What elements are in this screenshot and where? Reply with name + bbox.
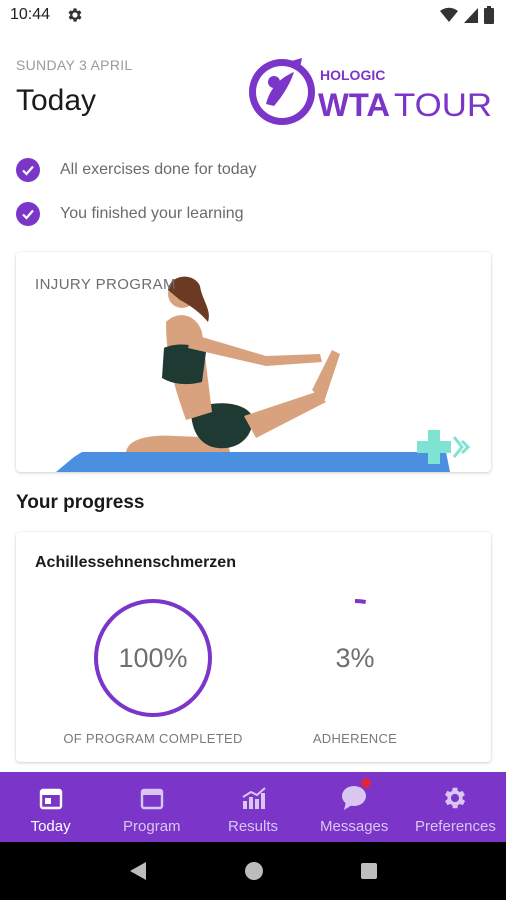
tab-label: Preferences: [414, 818, 496, 835]
tab-label: Today: [30, 818, 71, 835]
adherence-value: 3%: [335, 643, 375, 673]
recents-icon[interactable]: [360, 862, 378, 880]
home-icon[interactable]: [244, 861, 264, 881]
date-label: SUNDAY 3 APRIL: [16, 57, 133, 73]
battery-icon: [484, 6, 494, 24]
notification-badge: [360, 778, 371, 788]
check-icon: [16, 202, 40, 226]
gear-icon: [68, 8, 82, 22]
completion-value: 100%: [118, 643, 188, 673]
check-icon: [16, 158, 40, 182]
tab-label: Program: [123, 818, 181, 835]
adherence-caption: ADHERENCE: [312, 731, 398, 746]
status-bar: 10:44: [0, 0, 506, 32]
checklist-item-learning: You finished your learning: [16, 200, 244, 228]
tab-messages[interactable]: Messages: [304, 772, 405, 842]
chart-icon: [242, 787, 266, 809]
checklist-text: All exercises done for today: [60, 161, 257, 178]
tab-program[interactable]: Program: [101, 772, 202, 842]
calendar-icon: [140, 788, 163, 810]
checklist-text: You finished your learning: [60, 205, 244, 222]
gear-icon: [445, 787, 466, 809]
signal-icon: [464, 8, 478, 23]
section-title-progress: Your progress: [16, 492, 145, 513]
back-icon[interactable]: [128, 860, 148, 882]
tab-label: Messages: [320, 818, 389, 835]
wifi-icon: [440, 7, 458, 23]
injury-program-label: INJURY PROGRAM: [35, 276, 176, 293]
calendar-day-icon: [39, 788, 62, 810]
brand-hologic: HOLOGIC: [320, 67, 385, 83]
completion-metric: 100% OF PROGRAM COMPLETED: [63, 597, 243, 746]
injury-program-card[interactable]: INJURY PROGRAM: [16, 252, 491, 472]
chat-icon: [342, 786, 367, 810]
completion-caption: OF PROGRAM COMPLETED: [63, 731, 243, 746]
checklist-item-exercises: All exercises done for today: [16, 156, 257, 184]
page-title: Today: [16, 84, 97, 117]
status-time: 10:44: [10, 6, 51, 23]
tab-preferences[interactable]: Preferences: [405, 772, 506, 842]
brand-tour: TOUR: [394, 87, 492, 123]
tab-today[interactable]: Today: [0, 772, 101, 842]
progress-card[interactable]: Achillessehnenschmerzen 100% OF PROGRAM …: [16, 532, 491, 762]
tab-results[interactable]: Results: [202, 772, 303, 842]
program-name: Achillessehnenschmerzen: [35, 554, 236, 571]
adherence-metric: 3% ADHERENCE: [265, 597, 445, 746]
system-nav-bar: [0, 842, 506, 900]
brand-wta: WTA: [318, 87, 390, 123]
bottom-tab-bar: Today Program Results Messages Preferenc…: [0, 772, 506, 842]
tab-label: Results: [227, 818, 279, 835]
wta-logo: HOLOGIC WTA TOUR: [249, 58, 492, 125]
